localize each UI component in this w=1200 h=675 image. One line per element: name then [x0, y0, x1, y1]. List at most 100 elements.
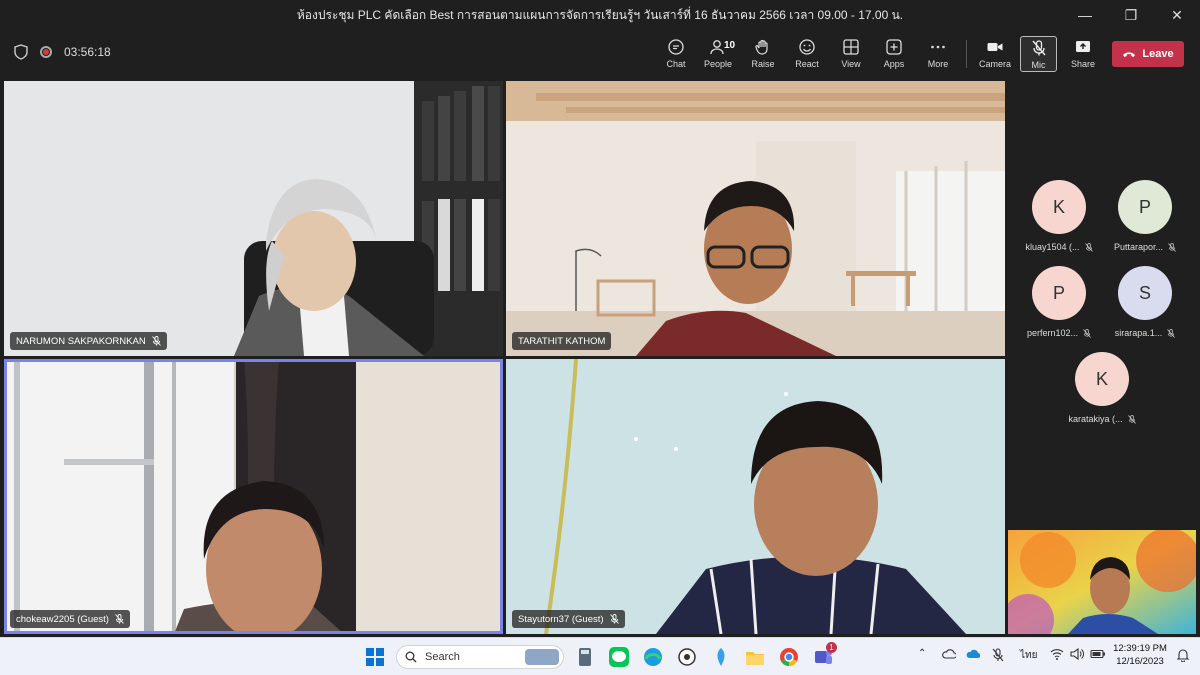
participant-name-tag: TARATHIT KATHOM [512, 332, 612, 350]
mic-muted-tray-icon[interactable] [992, 648, 1004, 662]
wifi-icon[interactable] [1050, 648, 1064, 660]
restore-button[interactable]: ❐ [1108, 0, 1154, 30]
participant-name-tag: Stayutorn37 (Guest) [512, 610, 625, 628]
file-explorer-icon[interactable] [744, 646, 766, 668]
self-video [1008, 530, 1196, 634]
meeting-timer: 03:56:18 [64, 45, 111, 59]
avatar-name: perfern102... [1026, 328, 1079, 338]
participant-avatar-tile[interactable]: P Puttarapor... [1105, 180, 1185, 252]
participant-name: Stayutorn37 (Guest) [518, 613, 604, 625]
react-button[interactable]: React [787, 36, 827, 72]
share-icon [1076, 41, 1090, 52]
close-button[interactable]: ✕ [1154, 0, 1200, 30]
input-language[interactable]: ไทย [1020, 648, 1037, 663]
chat-label: Chat [666, 59, 686, 69]
participant-avatar-tile[interactable]: K kluay1504 (... [1019, 180, 1099, 252]
search-icon [405, 651, 417, 663]
chat-button[interactable]: Chat [656, 36, 696, 72]
meeting-title: ห้องประชุม PLC คัดเลือก Best การสอนตามแผ… [296, 7, 904, 22]
more-button[interactable]: More [918, 36, 958, 72]
leave-label: Leave [1142, 48, 1174, 60]
chrome-browser-icon[interactable] [778, 646, 800, 668]
chat-icon [668, 39, 684, 55]
video-tile-chokeaw[interactable]: chokeaw2205 (Guest) [4, 359, 503, 634]
notification-bell-icon[interactable] [1176, 648, 1190, 662]
mic-button[interactable]: Mic [1020, 36, 1057, 72]
apps-label: Apps [883, 59, 905, 69]
people-count: 10 [724, 40, 736, 51]
share-button[interactable]: Share [1063, 36, 1103, 72]
mic-muted-icon [1083, 328, 1091, 338]
avatar-initial: P [1052, 282, 1065, 303]
phone-hangup-icon [1123, 52, 1136, 57]
taskbar-search[interactable]: Search [396, 645, 564, 669]
avatar: P [1032, 266, 1086, 320]
participant-name: NARUMON SAKPAKORNKAN [16, 335, 146, 347]
teams-app-button[interactable]: 1 [812, 642, 837, 668]
avatar-initial: S [1138, 282, 1151, 303]
react-label: React [795, 59, 819, 69]
participant-avatar-tile[interactable]: S sirarapa.1... [1105, 266, 1185, 338]
mic-muted-icon [609, 614, 619, 624]
windows-start-icon[interactable] [364, 646, 386, 668]
calculator-icon[interactable] [574, 646, 596, 668]
mic-label: Mic [1031, 60, 1046, 70]
photos-icon[interactable] [710, 646, 732, 668]
meeting-toolbar: 03:56:18 Chat 10 People Raise React View… [0, 30, 1200, 78]
camera-icon [987, 43, 1003, 51]
onedrive-sync-icon[interactable] [966, 648, 980, 660]
volume-icon[interactable] [1070, 648, 1084, 660]
smile-icon [799, 39, 815, 55]
onedrive-icon[interactable] [942, 648, 956, 660]
mic-muted-icon [115, 614, 124, 624]
clock-date: 12/16/2023 [1116, 656, 1164, 667]
edge-browser-icon[interactable] [642, 646, 664, 668]
video-tile-narumon[interactable]: NARUMON SAKPAKORNKAN [4, 81, 503, 356]
leave-button[interactable]: Leave [1112, 41, 1184, 67]
battery-icon[interactable] [1090, 648, 1106, 660]
avatar-name: kluay1504 (... [1025, 242, 1080, 252]
camera-label: Camera [978, 59, 1011, 69]
clock-time: 12:39:19 PM [1113, 643, 1167, 654]
line-app-icon[interactable] [608, 646, 630, 668]
window-controls: — ❐ ✕ [1062, 0, 1200, 30]
window-title-bar: ห้องประชุม PLC คัดเลือก Best การสอนตามแผ… [0, 0, 1200, 30]
meeting-status: 03:56:18 [14, 44, 111, 60]
apps-button[interactable]: Apps [874, 36, 914, 72]
windows-taskbar: Search 1 ⌃ ไทย 12:39:19 PM 12/16/2023 [0, 637, 1200, 675]
avatar: P [1118, 180, 1172, 234]
video-tile-stayutorn[interactable]: Stayutorn37 (Guest) [506, 359, 1005, 634]
participant-name: chokeaw2205 (Guest) [16, 613, 109, 625]
avatar-initial: K [1095, 368, 1108, 389]
avatar-name: karatakiya (... [1068, 414, 1123, 424]
avatar-name: Puttarapor... [1113, 242, 1164, 252]
participant-video [506, 359, 1005, 634]
avatar-initial: K [1052, 196, 1065, 217]
share-label: Share [1070, 59, 1096, 69]
participant-name-tag: NARUMON SAKPAKORNKAN [10, 332, 167, 350]
participant-video [506, 81, 1005, 356]
participant-avatar-tile[interactable]: P perfern102... [1019, 266, 1099, 338]
camera-button[interactable]: Camera [975, 36, 1015, 72]
self-view-video[interactable] [1008, 530, 1196, 634]
plus-square-icon [886, 39, 902, 55]
chevron-up-icon[interactable]: ⌃ [918, 648, 926, 659]
more-icon [931, 45, 945, 49]
settings-flower-icon[interactable] [676, 646, 698, 668]
video-tile-tarathit[interactable]: TARATHIT KATHOM [506, 81, 1005, 356]
view-label: View [841, 59, 861, 69]
participant-video [4, 359, 503, 634]
people-label: People [703, 59, 733, 69]
mic-muted-icon [1167, 328, 1176, 338]
participant-name-tag: chokeaw2205 (Guest) [10, 610, 130, 628]
participant-name: TARATHIT KATHOM [518, 335, 606, 347]
raise-hand-button[interactable]: Raise [743, 36, 783, 72]
search-label: Search [425, 651, 460, 663]
view-button[interactable]: View [831, 36, 871, 72]
minimize-button[interactable]: — [1062, 0, 1108, 30]
hand-icon [755, 39, 768, 55]
system-clock[interactable]: 12:39:19 PM 12/16/2023 [1112, 642, 1168, 668]
people-button[interactable]: 10 People [698, 36, 738, 72]
participant-avatar-tile[interactable]: K karatakiya (... [1062, 352, 1142, 424]
recording-icon [40, 46, 52, 58]
